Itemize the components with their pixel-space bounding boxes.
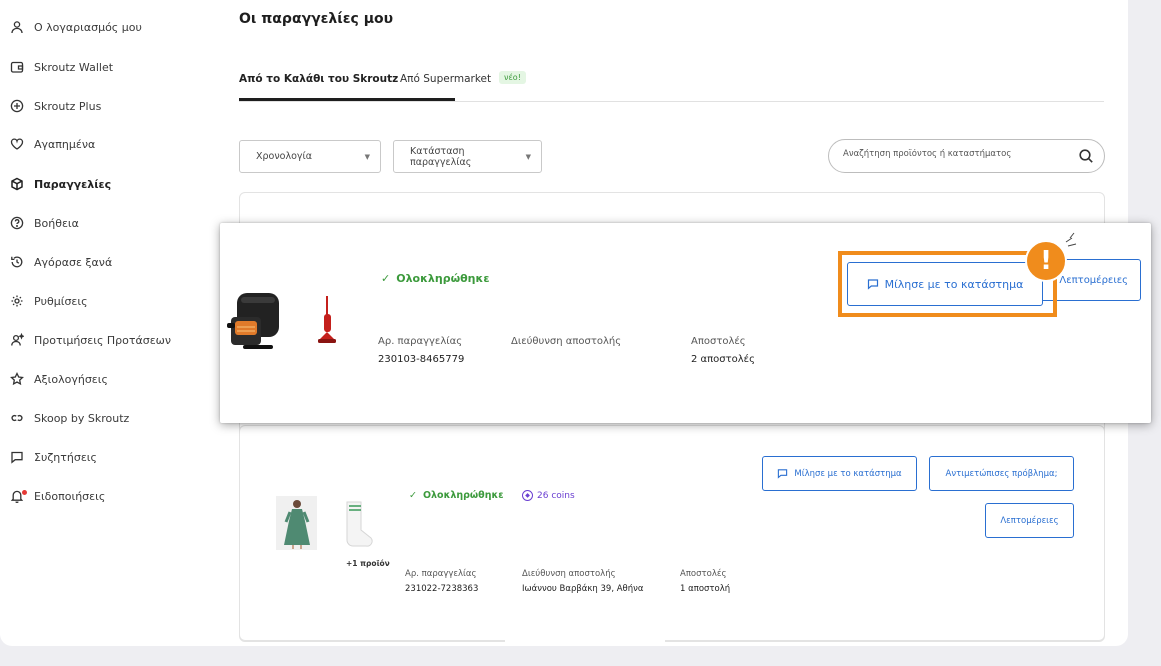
- stick-vacuum-image[interactable]: [315, 294, 339, 346]
- plus-circle-icon: [10, 99, 24, 113]
- contact-store-button[interactable]: Μίλησε με το κατάστημα: [762, 456, 917, 491]
- order-status-label: Ολοκληρώθηκε: [422, 490, 504, 501]
- shipping-address-label: Διεύθυνση αποστολής: [511, 336, 622, 347]
- green-dress-image[interactable]: [276, 496, 317, 550]
- sidebar-item-label: Ρυθμίσεις: [34, 294, 88, 308]
- shipments-label: Αποστολές: [691, 336, 746, 347]
- chat-icon: [10, 450, 24, 464]
- sidebar-item-wallet[interactable]: Skroutz Wallet: [10, 56, 113, 78]
- sidebar-item-discussions[interactable]: Συζητήσεις: [10, 446, 97, 468]
- sidebar-item-orders[interactable]: Παραγγελίες: [10, 173, 111, 195]
- search-bar: [828, 139, 1105, 173]
- report-problem-button[interactable]: Αντιμετώπισες πρόβλημα;: [929, 456, 1074, 491]
- sidebar-item-label: Βοήθεια: [34, 216, 79, 230]
- order-source-tabs: Από το Καλάθι του Skroutz Από Supermarke…: [239, 70, 1104, 102]
- rebuy-icon: [10, 255, 24, 269]
- report-problem-label: Αντιμετώπισες πρόβλημα;: [945, 468, 1058, 479]
- status-filter-value: Κατάσταση παραγγελίας: [410, 145, 472, 168]
- sidebar-item-label: Αγόρασε ξανά: [34, 255, 113, 269]
- order-number-label: Αρ. παραγγελίας: [378, 336, 463, 347]
- search-input[interactable]: [843, 149, 1063, 159]
- sidebar-item-label: Προτιμήσεις Προτάσεων: [34, 333, 172, 347]
- tab-supermarket[interactable]: Από Supermarket: [400, 73, 491, 105]
- chevron-down-icon: ▼: [364, 152, 370, 161]
- shipping-address-label: Διεύθυνση αποστολής: [522, 569, 616, 579]
- sidebar-item-account[interactable]: Ο λογαριασμός μου: [10, 16, 142, 38]
- package-icon: [10, 177, 24, 191]
- preferences-icon: [10, 333, 24, 347]
- sidebar-item-label: Skroutz Plus: [34, 99, 102, 113]
- order-number-label: Αρ. παραγγελίας: [405, 569, 477, 579]
- sparkle-icon: [1065, 232, 1077, 247]
- date-filter-value: Χρονολογία: [256, 151, 313, 162]
- sidebar-item-label: Ειδοποιήσεις: [34, 489, 106, 503]
- sidebar-item-label: Αγαπημένα: [34, 137, 96, 151]
- sidebar-item-label: Skoop by Skroutz: [34, 411, 130, 425]
- sidebar-item-preferences[interactable]: Προτιμήσεις Προτάσεων: [10, 329, 171, 351]
- coins-amount: 26 coins: [537, 490, 575, 501]
- shipping-address: Ιωάννου Βαρβάκη 39, Αθήνα: [522, 584, 644, 594]
- sidebar-item-label: Συζητήσεις: [34, 450, 97, 464]
- white-socks-image[interactable]: [343, 500, 377, 548]
- shipments-count: 1 αποστολή: [680, 584, 731, 594]
- check-icon: ✓: [381, 272, 391, 285]
- user-icon: [10, 20, 24, 34]
- search-icon[interactable]: [1078, 148, 1094, 164]
- order-details-label: Λεπτομέρειες: [1000, 515, 1059, 526]
- order-number: 231022-7238363: [405, 584, 479, 594]
- sidebar-item-settings[interactable]: Ρυθμίσεις: [10, 290, 88, 312]
- date-filter-select[interactable]: Χρονολογία ▼: [239, 140, 381, 173]
- gear-icon: [10, 294, 24, 308]
- contact-store-label: Μίλησε με το κατάστημα: [794, 468, 902, 479]
- sidebar-item-label: Αξιολογήσεις: [34, 372, 108, 386]
- extra-products-count: +1 προϊόν: [346, 559, 390, 568]
- chevron-down-icon: ▼: [525, 152, 531, 161]
- order-status: ✓ Ολοκληρώθηκε: [381, 272, 489, 285]
- notification-dot: [22, 490, 27, 495]
- sidebar-item-notifications[interactable]: Ειδοποιήσεις: [10, 485, 105, 507]
- exclamation-icon: !: [1025, 240, 1067, 282]
- sidebar-item-label: Skroutz Wallet: [34, 60, 114, 74]
- wallet-icon: [10, 60, 24, 74]
- order-details-button[interactable]: Λεπτομέρειες: [985, 503, 1074, 538]
- sidebar-item-rebuy[interactable]: Αγόρασε ξανά: [10, 251, 112, 273]
- bell-icon: [10, 489, 27, 503]
- order-status: ✓ Ολοκληρώθηκε: [409, 490, 504, 501]
- star-icon: [10, 372, 24, 386]
- order-number: 230103-8465779: [378, 354, 465, 365]
- status-filter-select[interactable]: Κατάσταση παραγγελίας ▼: [393, 140, 542, 173]
- sidebar-item-label: Ο λογαριασμός μου: [34, 20, 142, 34]
- chat-icon: [778, 469, 788, 479]
- sidebar-item-reviews[interactable]: Αξιολογήσεις: [10, 368, 108, 390]
- sidebar-item-favorites[interactable]: Αγαπημένα: [10, 133, 95, 155]
- sidebar-item-label: Παραγγελίες: [34, 177, 112, 191]
- sidebar-item-plus[interactable]: Skroutz Plus: [10, 95, 101, 117]
- skoop-icon: [10, 411, 24, 425]
- sidebar-item-help[interactable]: Βοήθεια: [10, 212, 79, 234]
- new-badge: νέο!: [499, 71, 526, 84]
- page-title: Οι παραγγελίες μου: [239, 11, 394, 27]
- order-details-label: Λεπτομέρειες: [1059, 274, 1128, 286]
- coins-badge: ◆ 26 coins: [522, 490, 575, 501]
- sidebar-item-skoop[interactable]: Skoop by Skroutz: [10, 407, 129, 429]
- check-icon: ✓: [409, 490, 417, 501]
- scroll-fade: [505, 595, 665, 645]
- heart-icon: [10, 137, 24, 151]
- shipments-label: Αποστολές: [680, 569, 727, 579]
- coin-icon: ◆: [522, 490, 533, 501]
- shipments-count: 2 αποστολές: [691, 354, 755, 365]
- air-fryer-image[interactable]: [227, 289, 283, 353]
- order-status-label: Ολοκληρώθηκε: [396, 272, 490, 285]
- help-icon: [10, 216, 24, 230]
